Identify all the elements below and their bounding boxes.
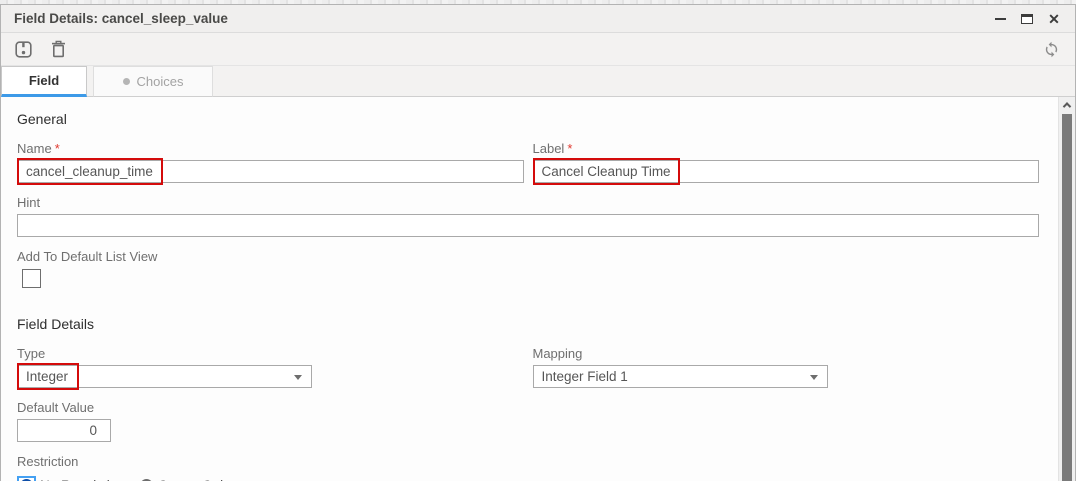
mapping-dropdown[interactable]: Integer Field 1 [533, 365, 828, 388]
scroll-up-button[interactable] [1059, 97, 1075, 113]
label-input[interactable] [533, 160, 1040, 183]
general-heading: General [17, 111, 1039, 127]
name-field-label: Name* [17, 141, 524, 156]
dropdown-arrow-icon [810, 375, 818, 380]
save-button[interactable] [13, 39, 33, 59]
type-field-label: Type [17, 346, 524, 361]
required-asterisk: * [55, 141, 60, 156]
dialog-titlebar: Field Details: cancel_sleep_value ✕ [1, 5, 1075, 33]
name-input[interactable] [17, 160, 524, 183]
field-details-dialog: Field Details: cancel_sleep_value ✕ [0, 4, 1076, 481]
mapping-dropdown-value: Integer Field 1 [542, 369, 628, 384]
type-dropdown[interactable]: Integer [17, 365, 312, 388]
dialog-title: Field Details: cancel_sleep_value [14, 11, 228, 26]
required-asterisk: * [567, 141, 572, 156]
type-dropdown-value: Integer [26, 369, 68, 384]
close-icon: ✕ [1048, 12, 1060, 26]
window-controls: ✕ [993, 12, 1061, 26]
delete-button[interactable] [48, 39, 68, 59]
refresh-button[interactable] [1041, 39, 1061, 59]
label-field-label: Label* [533, 141, 1040, 156]
tab-choices[interactable]: Choices [93, 66, 213, 97]
choices-dot-icon [123, 78, 130, 85]
maximize-button[interactable] [1020, 12, 1034, 26]
field-details-heading: Field Details [17, 316, 1039, 332]
default-value-label: Default Value [17, 400, 1039, 415]
scroll-up-icon [1063, 102, 1071, 110]
add-default-label: Add To Default List View [17, 249, 1039, 264]
vertical-scrollbar[interactable] [1058, 97, 1075, 481]
trash-icon [51, 40, 66, 58]
tab-bar: Field Choices [1, 66, 1075, 97]
save-icon [15, 41, 32, 58]
minimize-icon [995, 18, 1006, 20]
close-button[interactable]: ✕ [1047, 12, 1061, 26]
refresh-icon [1043, 41, 1060, 58]
minimize-button[interactable] [993, 12, 1007, 26]
hint-field-label: Hint [17, 195, 1039, 210]
radio-focus-ring [17, 476, 36, 481]
tab-field-label: Field [29, 73, 59, 88]
scrollbar-thumb[interactable] [1062, 114, 1072, 481]
tab-field[interactable]: Field [1, 66, 87, 97]
hint-input[interactable] [17, 214, 1039, 237]
restriction-label: Restriction [17, 454, 1039, 469]
default-value-input[interactable] [17, 419, 111, 442]
dropdown-arrow-icon [294, 375, 302, 380]
radio-option-no-restriction[interactable]: No Restriction [17, 476, 125, 481]
restriction-radio-group: No Restriction Output Only [17, 476, 1039, 481]
mapping-field-label: Mapping [533, 346, 1040, 361]
tab-choices-label: Choices [137, 74, 184, 89]
add-default-checkbox[interactable] [22, 269, 41, 288]
dialog-toolbar [1, 33, 1075, 66]
form-content: General Name* Label* [17, 97, 1039, 481]
dialog-body: General Name* Label* [1, 97, 1075, 481]
maximize-icon [1021, 14, 1033, 24]
